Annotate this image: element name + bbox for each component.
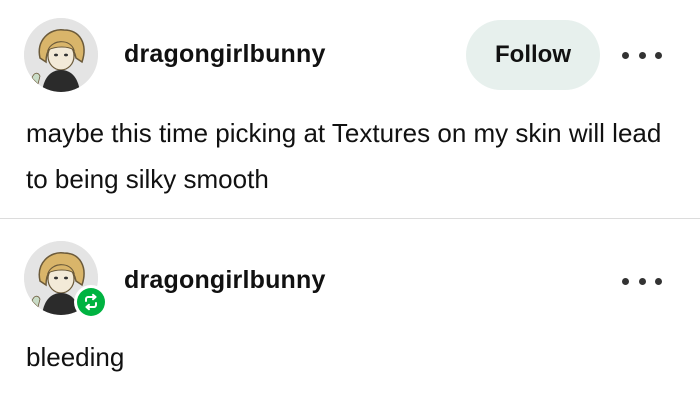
reblog-post: dragongirlbunny bleeding xyxy=(0,219,700,406)
dot xyxy=(622,51,629,59)
dot xyxy=(638,277,646,285)
dot xyxy=(638,51,646,59)
avatar[interactable] xyxy=(24,18,98,92)
reblog-badge-circle xyxy=(77,288,105,316)
username[interactable]: dragongirlbunny xyxy=(124,266,326,295)
follow-button[interactable]: Follow xyxy=(466,20,600,90)
username[interactable]: dragongirlbunny xyxy=(124,40,326,69)
more-options-icon[interactable] xyxy=(622,43,662,67)
reblog-icon xyxy=(74,285,108,319)
post-text: maybe this time picking at Textures on m… xyxy=(26,118,662,194)
more-options-icon[interactable] xyxy=(622,269,662,293)
avatar-illustration xyxy=(24,18,98,92)
post-text: bleeding xyxy=(26,342,125,372)
reblog-arrows-icon xyxy=(85,293,97,311)
dot xyxy=(622,277,629,285)
original-post: dragongirlbunny Follow maybe this time p… xyxy=(0,0,700,218)
dot xyxy=(655,277,662,285)
tumblr-post-thread: dragongirlbunny Follow maybe this time p… xyxy=(0,0,700,406)
dot xyxy=(655,51,662,59)
